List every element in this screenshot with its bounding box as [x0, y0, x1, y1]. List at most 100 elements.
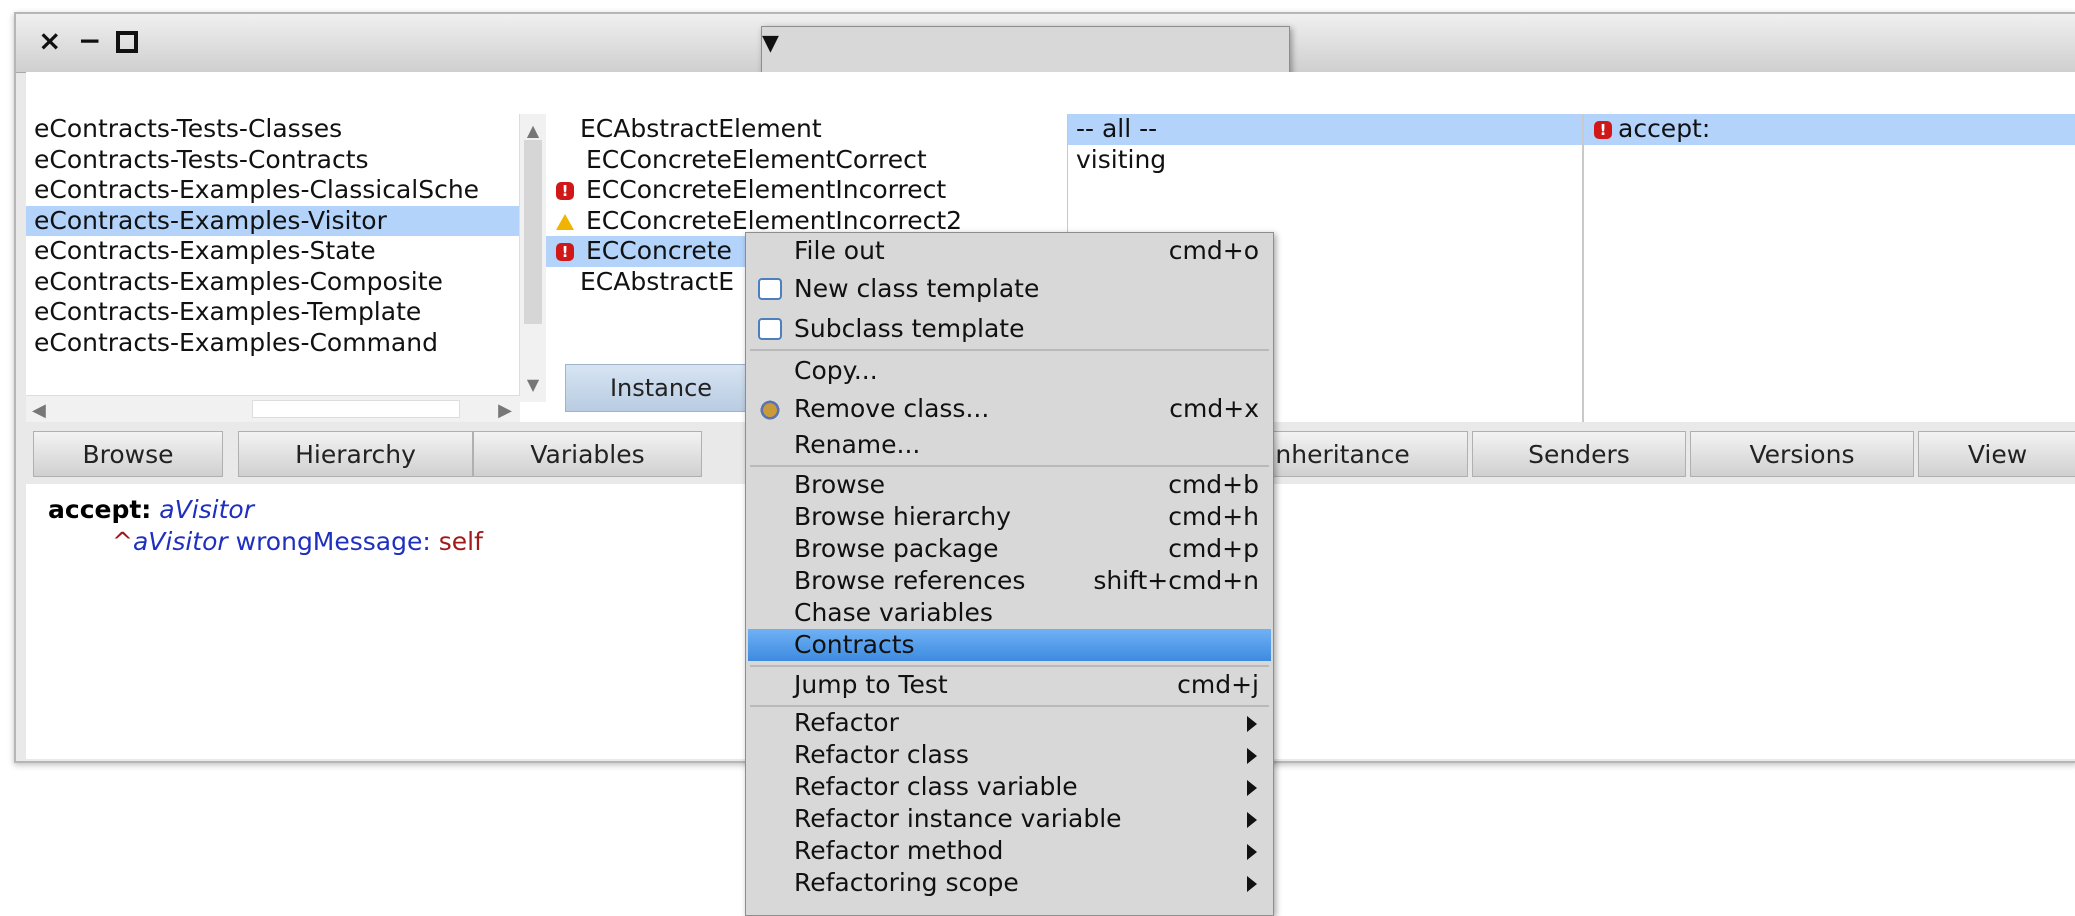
error-icon: !	[556, 182, 574, 200]
menu-item-label: Browse	[794, 470, 886, 499]
method-list[interactable]: ! accept:	[1584, 114, 2075, 422]
menu-item-refactor-class[interactable]: Refactor class	[748, 739, 1271, 771]
menu-item-file-out[interactable]: File out cmd+o	[748, 235, 1271, 267]
menu-item-shortcut: cmd+j	[1177, 670, 1259, 699]
warning-icon	[556, 213, 574, 230]
menu-item-label: Refactor method	[794, 836, 1004, 865]
instance-toggle-button[interactable]: Instance	[565, 364, 757, 412]
package-vertical-scrollbar[interactable]: ▲ ▼	[519, 114, 546, 402]
package-horizontal-scrollbar[interactable]: ◀ ▶	[26, 395, 520, 422]
protocol-item[interactable]: visiting	[1068, 145, 1582, 176]
class-item[interactable]: ECAbstractElement	[546, 114, 1067, 145]
menu-item-new-class-template[interactable]: New class template	[748, 273, 1271, 305]
menu-item-refactoring-scope[interactable]: Refactoring scope	[748, 867, 1271, 899]
menu-item-subclass-template[interactable]: Subclass template	[748, 313, 1271, 345]
menu-item-shortcut: cmd+o	[1168, 236, 1259, 265]
package-item[interactable]: eContracts-Examples-ClassicalSche	[26, 175, 546, 206]
error-icon: !	[1594, 121, 1612, 139]
class-item-label: ECAbstractE	[580, 266, 734, 296]
menu-item-copy[interactable]: Copy...	[748, 355, 1271, 387]
menu-item-label: Refactor	[794, 708, 899, 737]
menu-item-shortcut: cmd+b	[1168, 470, 1259, 499]
menu-item-label: Contracts	[794, 630, 915, 659]
class-item-label: ECConcreteElementIncorrect	[586, 175, 947, 204]
package-item[interactable]: eContracts-Examples-Template	[26, 297, 546, 328]
class-item-label: ECConcreteElementCorrect	[586, 144, 927, 174]
submenu-arrow-icon	[1247, 748, 1257, 764]
title-bar[interactable]: × − ECConcreteElementIncorrect3 ▼	[16, 14, 2075, 710]
menu-item-label: Refactor instance variable	[794, 804, 1122, 833]
menu-item-label: Browse references	[794, 566, 1026, 595]
package-item[interactable]: eContracts-Tests-Contracts	[26, 145, 546, 176]
menu-separator	[750, 349, 1269, 351]
code-receiver: aVisitor	[132, 527, 228, 556]
package-item[interactable]: eContracts-Examples-Composite	[26, 267, 546, 298]
package-item[interactable]: eContracts-Examples-State	[26, 236, 546, 267]
menu-item-label: File out	[794, 236, 885, 265]
menu-item-refactor[interactable]: Refactor	[748, 707, 1271, 739]
method-item[interactable]: ! accept:	[1584, 114, 2075, 145]
menu-item-jump-to-test[interactable]: Jump to Test cmd+j	[748, 669, 1271, 701]
class-item-label: ECConcrete	[586, 236, 732, 265]
scroll-right-icon[interactable]: ▶	[498, 396, 512, 422]
class-item[interactable]: ! ECConcreteElementIncorrect	[546, 175, 1067, 206]
variables-button[interactable]: Variables	[473, 431, 702, 477]
menu-item-label: Jump to Test	[794, 670, 948, 699]
menu-item-label: Refactor class	[794, 740, 969, 769]
protocol-item[interactable]: -- all --	[1068, 114, 1582, 145]
scroll-left-icon[interactable]: ◀	[32, 396, 46, 422]
menu-item-label: New class template	[794, 274, 1040, 303]
submenu-arrow-icon	[1247, 780, 1257, 796]
senders-button[interactable]: Senders	[1472, 431, 1686, 477]
menu-item-refactor-method[interactable]: Refactor method	[748, 835, 1271, 867]
trash-icon	[758, 398, 782, 420]
code-selector: accept:	[48, 495, 152, 524]
menu-item-shortcut: cmd+p	[1168, 534, 1259, 563]
menu-item-label: Refactoring scope	[794, 868, 1019, 897]
submenu-arrow-icon	[1247, 812, 1257, 828]
menu-item-browse-package[interactable]: Browse package cmd+p	[748, 533, 1271, 565]
error-icon: !	[556, 243, 574, 261]
class-item[interactable]: ECConcreteElementCorrect	[546, 145, 1067, 176]
scroll-thumb[interactable]	[252, 400, 460, 418]
view-button[interactable]: View	[1918, 431, 2075, 477]
submenu-arrow-icon	[1247, 844, 1257, 860]
menu-item-browse-references[interactable]: Browse references shift+cmd+n	[748, 565, 1271, 597]
menu-item-shortcut: cmd+h	[1168, 502, 1259, 531]
menu-item-browse-hierarchy[interactable]: Browse hierarchy cmd+h	[748, 501, 1271, 533]
code-message: wrongMessage:	[235, 527, 431, 556]
menu-item-refactor-class-variable[interactable]: Refactor class variable	[748, 771, 1271, 803]
menu-separator	[750, 665, 1269, 667]
package-list[interactable]: eContracts-Tests-Classes eContracts-Tests…	[26, 114, 548, 422]
package-item[interactable]: eContracts-Examples-Visitor	[26, 205, 546, 236]
menu-item-remove-class[interactable]: Remove class... cmd+x	[748, 393, 1271, 425]
submenu-arrow-icon	[1247, 876, 1257, 892]
menu-item-shortcut: cmd+x	[1169, 394, 1259, 423]
hierarchy-button[interactable]: Hierarchy	[238, 431, 473, 477]
versions-button[interactable]: Versions	[1690, 431, 1914, 477]
submenu-arrow-icon	[1247, 716, 1257, 732]
class-item-label: ECConcreteElementIncorrect2	[586, 205, 963, 235]
menu-item-label: Subclass template	[794, 314, 1025, 343]
class-context-menu: File out cmd+o New class template Subclass …	[745, 232, 1274, 916]
package-item[interactable]: eContracts-Examples-Command	[26, 328, 546, 359]
scroll-thumb[interactable]	[524, 140, 542, 324]
package-item[interactable]: eContracts-Tests-Classes	[26, 114, 546, 145]
menu-item-label: Rename...	[794, 430, 921, 459]
menu-item-chase-variables[interactable]: Chase variables	[748, 597, 1271, 629]
menu-item-label: Browse hierarchy	[794, 502, 1011, 531]
menu-item-label: Copy...	[794, 356, 878, 385]
class-item-label: ECAbstractElement	[580, 114, 822, 143]
menu-item-rename[interactable]: Rename...	[748, 429, 1271, 461]
scroll-down-icon[interactable]: ▼	[520, 370, 546, 401]
menu-item-label: Chase variables	[794, 598, 993, 627]
menu-item-refactor-instance-variable[interactable]: Refactor instance variable	[748, 803, 1271, 835]
menu-item-contracts[interactable]: Contracts	[748, 629, 1271, 661]
window-icon	[758, 318, 782, 340]
inheritance-button[interactable]: Inheritance	[1253, 431, 1468, 477]
menu-item-browse[interactable]: Browse cmd+b	[748, 469, 1271, 501]
window-icon	[758, 278, 782, 300]
browse-button[interactable]: Browse	[33, 431, 223, 477]
code-argument: aVisitor	[159, 495, 254, 524]
filter-input[interactable]	[26, 72, 2075, 115]
